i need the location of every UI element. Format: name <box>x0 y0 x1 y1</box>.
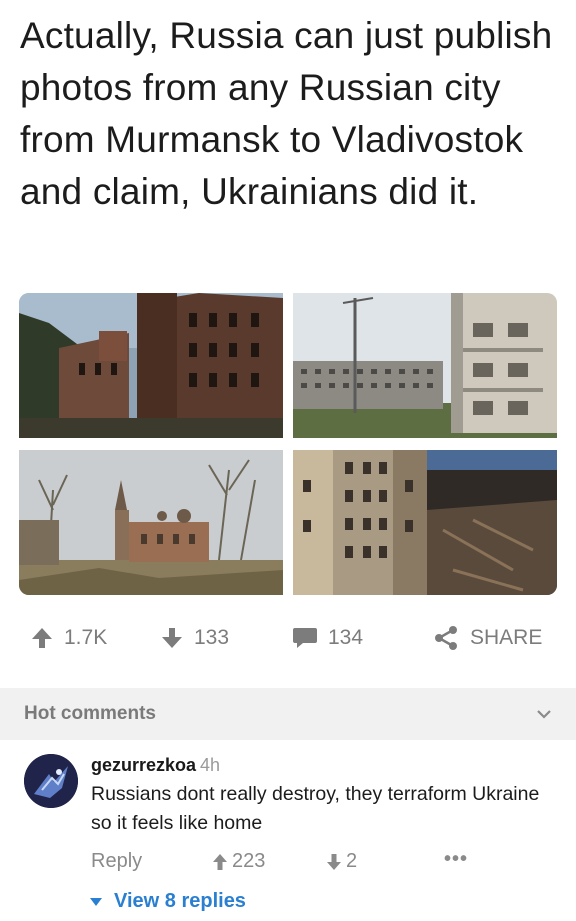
comment-time: 4h <box>200 755 221 775</box>
image-tile-3[interactable] <box>19 450 283 595</box>
comment-count: 134 <box>328 626 364 649</box>
reply-button[interactable]: Reply <box>91 850 142 873</box>
upvote-count: 1.7K <box>64 626 108 649</box>
comment: gezurrezkoa 4h Russians dont really destr… <box>0 740 576 921</box>
share-button[interactable]: SHARE <box>432 615 542 661</box>
comment-downvote-button[interactable]: 2 <box>326 850 357 873</box>
downvote-button[interactable]: 133 <box>160 615 229 661</box>
image-grid <box>19 293 557 595</box>
ruined-church-village-photo <box>19 450 283 595</box>
user-avatar-image <box>24 754 78 808</box>
share-icon <box>435 626 457 650</box>
more-options-button[interactable]: ••• <box>444 848 468 871</box>
image-tile-1[interactable] <box>19 293 283 438</box>
post-action-bar: 1.7K 133 134 SHARE <box>0 615 576 661</box>
comment-upvote-count: 223 <box>232 850 266 872</box>
upvote-arrow-icon <box>32 628 52 648</box>
upvote-arrow-icon <box>213 853 227 870</box>
comments-button[interactable]: 134 <box>292 615 363 661</box>
comment-upvote-button[interactable]: 223 <box>212 850 265 873</box>
caret-down-icon <box>90 897 102 906</box>
ruined-brick-buildings-photo <box>19 293 283 438</box>
image-tile-4[interactable] <box>293 450 557 595</box>
downvote-count: 133 <box>194 626 230 649</box>
view-replies-label: View 8 replies <box>114 890 246 912</box>
share-label: SHARE <box>470 626 543 649</box>
downvote-arrow-icon <box>162 628 182 648</box>
comment-downvote-count: 2 <box>346 850 358 872</box>
comment-action-bar: Reply 223 2 ••• <box>0 848 576 878</box>
hot-comments-header[interactable]: Hot comments <box>0 688 576 740</box>
view-replies-button[interactable]: View 8 replies <box>90 890 246 913</box>
chevron-down-icon[interactable] <box>534 704 554 724</box>
comment-username[interactable]: gezurrezkoa <box>91 755 196 775</box>
hot-comments-label: Hot comments <box>24 703 156 724</box>
comment-bubble-icon <box>293 628 317 648</box>
downvote-arrow-icon <box>327 853 341 870</box>
image-tile-2[interactable] <box>293 293 557 438</box>
post-text: Actually, Russia can just publish photos… <box>20 15 553 212</box>
avatar[interactable] <box>24 754 78 808</box>
upvote-button[interactable]: 1.7K <box>30 615 107 661</box>
comment-meta: gezurrezkoa 4h <box>91 755 220 776</box>
collapsed-courtyard-buildings-photo <box>293 450 557 595</box>
abandoned-apartment-blocks-photo <box>293 293 557 438</box>
comment-text: Russians dont really destroy, they terra… <box>91 783 540 834</box>
